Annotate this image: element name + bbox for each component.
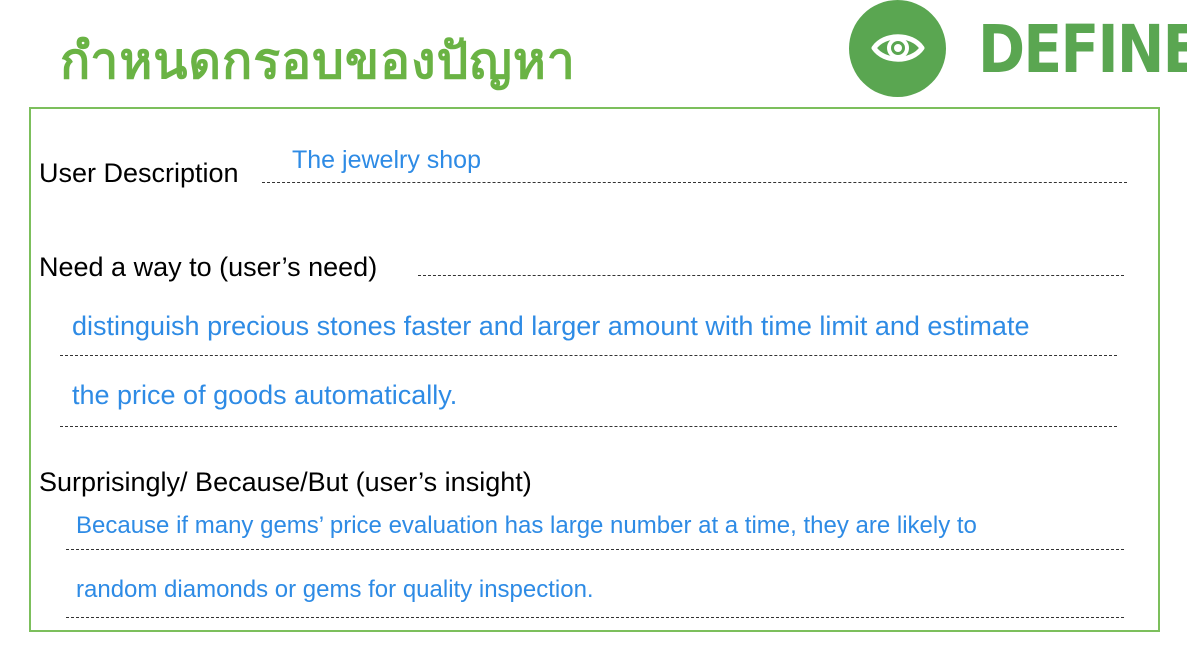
user-insight-answer-line: Because if many gems’ price evaluation h… bbox=[76, 512, 977, 539]
user-need-label: Need a way to (user’s need) bbox=[39, 252, 378, 282]
stage-label: DEFINE bbox=[978, 11, 1187, 88]
user-need-underline bbox=[418, 275, 1124, 276]
eye-icon bbox=[871, 34, 925, 62]
define-stage-badge bbox=[849, 0, 946, 97]
user-need-answer-underline bbox=[60, 426, 1117, 427]
user-insight-answer-underline bbox=[66, 549, 1124, 550]
user-need-answer-line: distinguish precious stones faster and l… bbox=[72, 311, 1030, 341]
user-description-answer: The jewelry shop bbox=[292, 146, 481, 174]
user-insight-label: Surprisingly/ Because/But (user’s insigh… bbox=[39, 467, 532, 497]
page-title: กำหนดกรอบของปัญหา bbox=[60, 32, 576, 90]
user-need-answer-line: the price of goods automatically. bbox=[72, 380, 458, 410]
user-description-label: User Description bbox=[39, 158, 239, 188]
user-insight-answer-underline bbox=[66, 617, 1124, 618]
user-description-underline bbox=[262, 182, 1127, 183]
user-need-answer-underline bbox=[60, 355, 1117, 356]
user-insight-answer-line: random diamonds or gems for quality insp… bbox=[76, 576, 594, 603]
